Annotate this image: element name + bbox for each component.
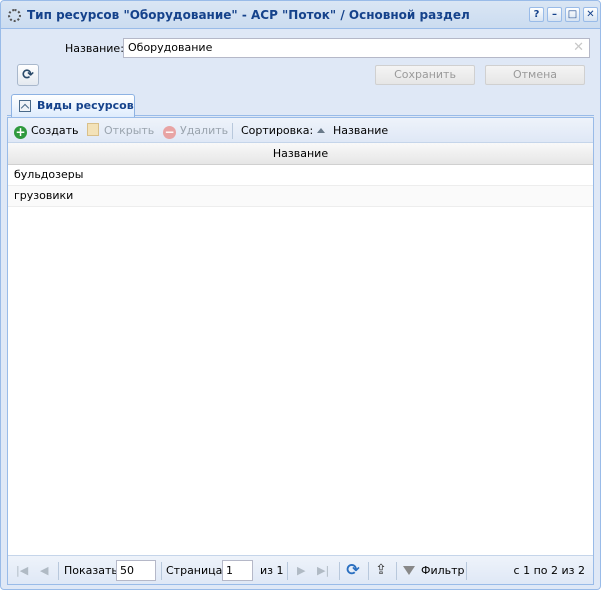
paging-separator [339,562,340,580]
next-page-icon[interactable]: ▶ [297,563,305,579]
create-button[interactable]: + Создать [14,123,79,139]
clear-field-icon[interactable]: ✕ [573,40,584,55]
column-header-name[interactable]: Название [8,143,593,165]
filter-label: Фильтр [421,564,465,577]
resource-kinds-grid: + Создать Открыть − Удалить Сортировка: На… [7,117,594,585]
grid-toolbar: + Создать Открыть − Удалить Сортировка: На… [8,118,593,143]
sort-by-name-button[interactable]: Название [317,123,388,139]
show-label: Показать [64,564,118,577]
filter-icon [403,566,415,575]
tab-label: Виды ресурсов [37,99,134,112]
page-label: Страница [166,564,223,577]
add-icon: + [14,125,27,139]
paging-separator [58,562,59,580]
delete-button[interactable]: − Удалить [163,123,228,139]
tab-strip: Виды ресурсов [7,92,594,117]
last-page-icon[interactable]: ▶| [317,563,329,579]
close-icon[interactable]: ✕ [583,7,598,22]
table-row[interactable]: бульдозеры [8,165,593,186]
delete-label: Удалить [180,124,229,137]
create-label: Создать [31,124,79,137]
page-count-label: из 1 [260,564,284,577]
paging-toolbar: |◀ ◀ Показать 50 Страница 1 из 1 ▶ ▶| ⟳ … [8,555,593,584]
minimize-icon[interactable]: – [547,7,562,22]
cancel-button[interactable]: Отмена [485,65,585,85]
first-page-icon[interactable]: |◀ [16,563,28,579]
delete-icon: − [163,125,176,139]
window-title: Тип ресурсов "Оборудование" - АСР "Поток… [27,8,470,22]
name-label: Название: [65,42,124,55]
form-area: Название: Оборудование ✕ ⟳ Сохранить Отм… [7,30,594,94]
window-body: Название: Оборудование ✕ ⟳ Сохранить Отм… [7,30,594,585]
help-icon[interactable]: ? [529,7,544,22]
paging-separator [161,562,162,580]
sort-field-label: Название [333,124,389,137]
save-button[interactable]: Сохранить [375,65,475,85]
tab-resource-kinds[interactable]: Виды ресурсов [11,94,135,117]
toolbar-separator [232,123,233,139]
paging-summary: с 1 по 2 из 2 [513,564,585,577]
refresh-button[interactable]: ⟳ [17,64,39,86]
picture-icon [19,100,31,112]
name-input-value: Оборудование [128,41,213,54]
sort-asc-icon [317,128,325,133]
resource-type-window: Тип ресурсов "Оборудование" - АСР "Поток… [0,0,601,590]
paging-separator [466,562,467,580]
open-button[interactable]: Открыть [87,123,154,139]
open-label: Открыть [104,124,155,137]
page-number-input[interactable]: 1 [222,560,253,581]
reload-icon[interactable]: ⟳ [344,561,362,579]
window-loading-icon [8,9,21,22]
prev-page-icon[interactable]: ◀ [40,563,48,579]
export-icon[interactable]: ⇪ [372,561,390,579]
name-input[interactable]: Оборудование ✕ [123,38,590,58]
page-size-input[interactable]: 50 [116,560,156,581]
table-row[interactable]: грузовики [8,186,593,207]
filter-button[interactable]: Фильтр [403,563,465,579]
paging-separator [287,562,288,580]
open-icon [87,123,99,136]
refresh-icon: ⟳ [22,67,34,83]
paging-separator [368,562,369,580]
paging-separator [396,562,397,580]
maximize-icon[interactable]: □ [565,7,580,22]
sort-label: Сортировка: [241,124,314,137]
window-titlebar[interactable]: Тип ресурсов "Оборудование" - АСР "Поток… [1,1,600,29]
